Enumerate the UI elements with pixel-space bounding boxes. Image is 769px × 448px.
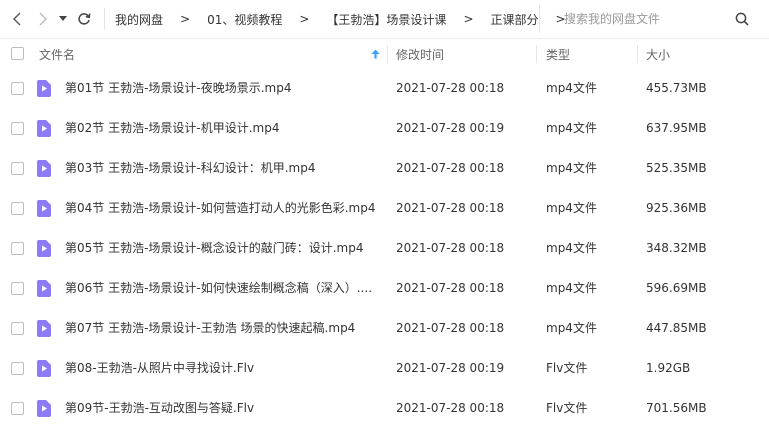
breadcrumb-separator: > bbox=[180, 12, 191, 26]
file-modified: 2021-07-28 00:18 bbox=[396, 241, 505, 255]
file-type: mp4文件 bbox=[546, 161, 597, 175]
table-row[interactable]: 第06节 王勃浩-场景设计-如何快速绘制概念稿（深入）.... 2021-07-… bbox=[0, 268, 769, 308]
video-file-icon bbox=[37, 400, 51, 417]
column-divider[interactable] bbox=[536, 45, 537, 63]
chevron-left-icon bbox=[13, 12, 21, 26]
breadcrumb-item-videos[interactable]: 01、视频教程 bbox=[203, 11, 286, 28]
file-modified: 2021-07-28 00:18 bbox=[396, 401, 505, 415]
row-checkbox[interactable] bbox=[11, 122, 24, 135]
chevron-right-icon bbox=[39, 12, 47, 26]
file-name: 第07节 王勃浩-场景设计-王勃浩 场景的快速起稿.mp4 bbox=[65, 321, 356, 335]
breadcrumb: 我的网盘 > 01、视频教程 > 【王勃浩】场景设计课 > 正课部分 > bbox=[111, 0, 579, 38]
column-divider[interactable] bbox=[387, 45, 388, 63]
video-file-icon bbox=[37, 360, 51, 377]
file-type: mp4文件 bbox=[546, 81, 597, 95]
row-checkbox[interactable] bbox=[11, 282, 24, 295]
breadcrumb-separator: > bbox=[299, 12, 310, 26]
toolbar: 我的网盘 > 01、视频教程 > 【王勃浩】场景设计课 > 正课部分 > bbox=[0, 0, 769, 38]
file-size: 348.32MB bbox=[646, 241, 707, 255]
file-modified: 2021-07-28 00:18 bbox=[396, 81, 505, 95]
caret-down-icon bbox=[59, 16, 67, 21]
table-row[interactable]: 第05节 王勃浩-场景设计-概念设计的敲门砖：设计.mp4 2021-07-28… bbox=[0, 228, 769, 268]
file-size: 1.92GB bbox=[646, 361, 691, 375]
file-modified: 2021-07-28 00:18 bbox=[396, 201, 505, 215]
file-list: 第01节 王勃浩-场景设计-夜晚场景示.mp4 2021-07-28 00:18… bbox=[0, 68, 769, 428]
video-file-icon bbox=[37, 240, 51, 257]
table-row[interactable]: 第04节 王勃浩-场景设计-如何营造打动人的光影色彩.mp4 2021-07-2… bbox=[0, 188, 769, 228]
row-checkbox[interactable] bbox=[11, 362, 24, 375]
video-file-icon bbox=[37, 120, 51, 137]
table-row[interactable]: 第03节 王勃浩-场景设计-科幻设计：机甲.mp4 2021-07-28 00:… bbox=[0, 148, 769, 188]
file-name: 第05节 王勃浩-场景设计-概念设计的敲门砖：设计.mp4 bbox=[65, 241, 364, 255]
file-modified: 2021-07-28 00:19 bbox=[396, 121, 505, 135]
search-box bbox=[539, 5, 763, 33]
table-row[interactable]: 第02节 王勃浩-场景设计-机甲设计.mp4 2021-07-28 00:19 … bbox=[0, 108, 769, 148]
file-modified: 2021-07-28 00:18 bbox=[396, 321, 505, 335]
row-checkbox[interactable] bbox=[11, 402, 24, 415]
column-divider[interactable] bbox=[637, 45, 638, 63]
file-type: mp4文件 bbox=[546, 281, 597, 295]
file-type: mp4文件 bbox=[546, 321, 597, 335]
row-checkbox[interactable] bbox=[11, 322, 24, 335]
breadcrumb-item-current[interactable]: 正课部分 bbox=[487, 11, 543, 28]
table-row[interactable]: 第01节 王勃浩-场景设计-夜晚场景示.mp4 2021-07-28 00:18… bbox=[0, 68, 769, 108]
file-modified: 2021-07-28 00:19 bbox=[396, 361, 505, 375]
file-name: 第09节-王勃浩-互动改图与答疑.Flv bbox=[65, 401, 255, 415]
file-modified: 2021-07-28 00:18 bbox=[396, 161, 505, 175]
video-file-icon bbox=[37, 80, 51, 97]
file-type: mp4文件 bbox=[546, 121, 597, 135]
table-row[interactable]: 第09节-王勃浩-互动改图与答疑.Flv 2021-07-28 00:18 Fl… bbox=[0, 388, 769, 428]
file-modified: 2021-07-28 00:18 bbox=[396, 281, 505, 295]
toolbar-divider bbox=[104, 8, 105, 30]
video-file-icon bbox=[37, 320, 51, 337]
refresh-button[interactable] bbox=[72, 0, 96, 38]
back-button[interactable] bbox=[6, 0, 30, 38]
sort-ascending-icon[interactable] bbox=[371, 49, 380, 59]
file-type: mp4文件 bbox=[546, 241, 597, 255]
table-row[interactable]: 第07节 王勃浩-场景设计-王勃浩 场景的快速起稿.mp4 2021-07-28… bbox=[0, 308, 769, 348]
row-checkbox[interactable] bbox=[11, 202, 24, 215]
video-file-icon bbox=[37, 200, 51, 217]
file-size: 925.36MB bbox=[646, 201, 707, 215]
file-size: 455.73MB bbox=[646, 81, 707, 95]
file-name: 第02节 王勃浩-场景设计-机甲设计.mp4 bbox=[65, 121, 280, 135]
breadcrumb-item-course[interactable]: 【王勃浩】场景设计课 bbox=[322, 11, 450, 28]
video-file-icon bbox=[37, 280, 51, 297]
file-name: 第08-王勃浩-从照片中寻找设计.Flv bbox=[65, 361, 255, 375]
file-name: 第06节 王勃浩-场景设计-如何快速绘制概念稿（深入）.... bbox=[65, 281, 373, 295]
search-input[interactable] bbox=[540, 12, 720, 26]
file-type: mp4文件 bbox=[546, 201, 597, 215]
file-name: 第04节 王勃浩-场景设计-如何营造打动人的光影色彩.mp4 bbox=[65, 201, 376, 215]
column-header-type[interactable]: 类型 bbox=[546, 46, 570, 63]
row-checkbox[interactable] bbox=[11, 82, 24, 95]
column-header-name[interactable]: 文件名 bbox=[39, 46, 75, 63]
file-size: 637.95MB bbox=[646, 121, 707, 135]
file-size: 447.85MB bbox=[646, 321, 707, 335]
forward-button[interactable] bbox=[30, 0, 54, 38]
refresh-icon bbox=[78, 13, 91, 25]
column-header-modified[interactable]: 修改时间 bbox=[396, 46, 444, 63]
breadcrumb-item-root[interactable]: 我的网盘 bbox=[111, 11, 167, 28]
column-header-size[interactable]: 大小 bbox=[646, 46, 670, 63]
breadcrumb-separator: > bbox=[463, 12, 474, 26]
file-size: 525.35MB bbox=[646, 161, 707, 175]
history-dropdown-button[interactable] bbox=[54, 0, 72, 38]
video-file-icon bbox=[37, 160, 51, 177]
select-all-checkbox[interactable] bbox=[11, 47, 24, 60]
table-row[interactable]: 第08-王勃浩-从照片中寻找设计.Flv 2021-07-28 00:19 Fl… bbox=[0, 348, 769, 388]
file-name: 第01节 王勃浩-场景设计-夜晚场景示.mp4 bbox=[65, 81, 292, 95]
file-size: 596.69MB bbox=[646, 281, 707, 295]
file-size: 701.56MB bbox=[646, 401, 707, 415]
file-name: 第03节 王勃浩-场景设计-科幻设计：机甲.mp4 bbox=[65, 161, 316, 175]
search-icon[interactable] bbox=[735, 12, 749, 26]
row-checkbox[interactable] bbox=[11, 242, 24, 255]
file-type: Flv文件 bbox=[546, 361, 588, 375]
row-checkbox[interactable] bbox=[11, 162, 24, 175]
file-type: Flv文件 bbox=[546, 401, 588, 415]
file-list-header: 文件名 修改时间 类型 大小 bbox=[0, 38, 769, 68]
